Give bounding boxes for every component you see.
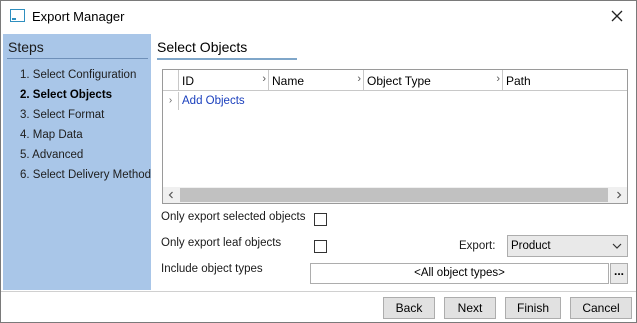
chevron-right-icon [617,191,622,199]
title-bar: Export Manager [1,1,636,32]
scroll-left-button[interactable] [163,187,179,203]
export-select[interactable]: Product [507,235,628,257]
page-title: Select Objects [157,39,248,55]
back-button[interactable]: Back [383,297,435,319]
close-button[interactable] [605,5,629,27]
steps-panel: Steps 1. Select Configuration 2. Select … [3,34,151,290]
chevron-right-icon[interactable]: › [262,73,266,85]
step-advanced[interactable]: 5. Advanced [20,149,83,161]
scroll-right-button[interactable] [611,187,627,203]
only-selected-label: Only export selected objects [161,211,306,223]
step-select-delivery-method[interactable]: 6. Select Delivery Method [20,169,151,181]
export-select-value: Product [511,240,551,252]
grid-header: ID › Name › Object Type › Path [163,70,627,91]
only-leaf-label: Only export leaf objects [161,237,282,249]
add-objects-link[interactable]: Add Objects [182,95,245,107]
finish-button[interactable]: Finish [505,297,561,319]
steps-title: Steps [8,39,44,55]
steps-divider [7,58,148,59]
browse-types-button[interactable]: ... [610,263,628,284]
window-title: Export Manager [32,9,125,24]
column-header-object-type[interactable]: Object Type › [364,70,503,91]
column-header-path[interactable]: Path [503,70,627,91]
include-types-label: Include object types [161,263,263,275]
page-title-underline [157,58,297,60]
chevron-right-icon[interactable]: › [357,73,361,85]
objects-grid[interactable]: ID › Name › Object Type › Path › Add Obj… [162,69,628,204]
close-icon [611,10,623,22]
step-select-format[interactable]: 3. Select Format [20,109,104,121]
cancel-button[interactable]: Cancel [570,297,632,319]
export-manager-window: Export Manager Steps 1. Select Configura… [0,0,637,323]
only-leaf-checkbox[interactable] [314,240,327,253]
column-label: ID [182,74,194,88]
export-label: Export: [459,240,496,252]
chevron-right-icon[interactable]: › [496,73,500,85]
next-button[interactable]: Next [444,297,496,319]
column-label: Name [272,74,305,88]
column-header-name[interactable]: Name › [269,70,364,91]
only-selected-checkbox[interactable] [314,213,327,226]
chevron-down-icon [612,243,622,249]
column-label: Path [506,74,531,88]
include-types-field[interactable]: <All object types> [310,263,609,284]
footer-divider [1,291,636,292]
row-indicator-icon: › [163,92,179,110]
step-select-configuration[interactable]: 1. Select Configuration [20,69,136,81]
step-map-data[interactable]: 4. Map Data [20,129,83,141]
horizontal-scrollbar[interactable] [163,187,627,203]
step-select-objects[interactable]: 2. Select Objects [20,89,112,101]
grid-corner-cell [163,70,179,91]
column-label: Object Type [367,74,431,88]
add-objects-row: › Add Objects [163,92,627,110]
column-header-id[interactable]: ID › [179,70,269,91]
scrollbar-thumb[interactable] [180,188,608,202]
window-icon [10,9,25,22]
chevron-left-icon [168,191,173,199]
